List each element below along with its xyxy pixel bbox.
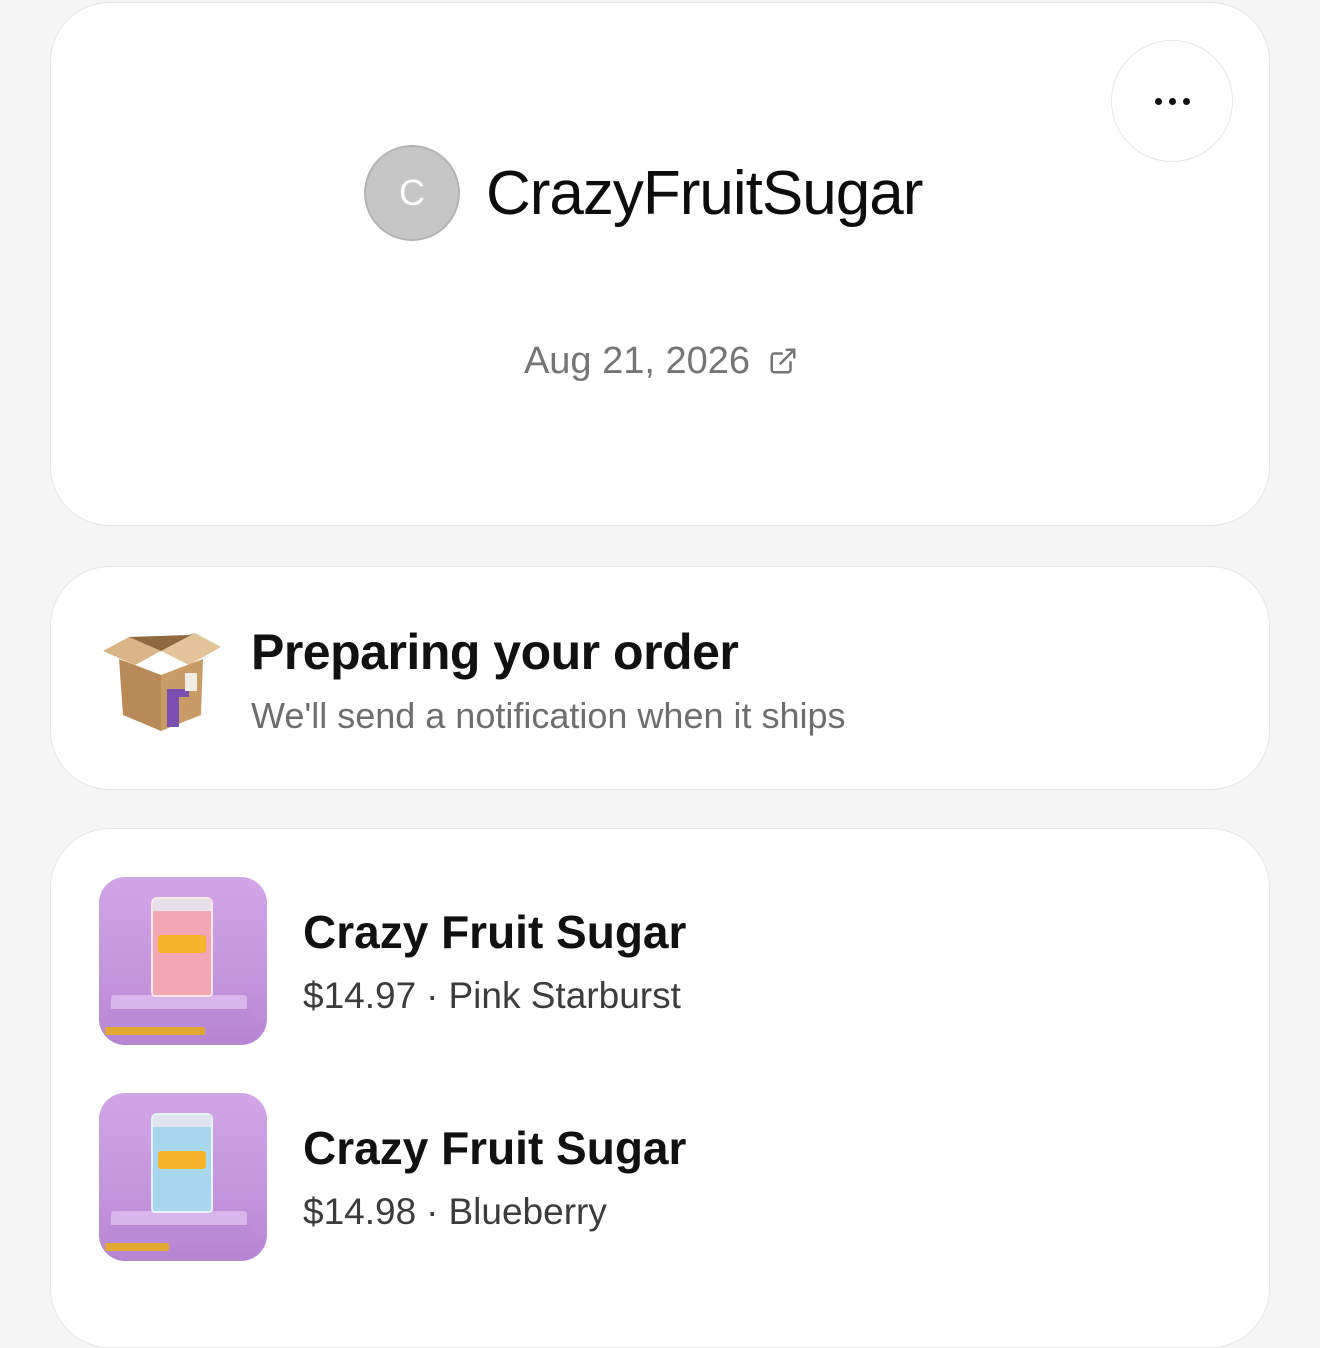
store-header-card: C CrazyFruitSugar Aug 21, 2026: [50, 2, 1270, 526]
ellipsis-icon-dot: [1182, 97, 1190, 105]
meta-separator: ·: [426, 975, 439, 1016]
product-thumbnail: [99, 1093, 267, 1261]
product-thumbnail: [99, 877, 267, 1045]
item-meta: $14.98 · Blueberry: [303, 1191, 607, 1233]
more-options-button[interactable]: [1111, 40, 1233, 162]
thumb-caption-strip: [105, 1027, 205, 1035]
item-meta: $14.97 · Pink Starburst: [303, 975, 681, 1017]
item-variant: Pink Starburst: [448, 975, 681, 1016]
status-subtitle: We'll send a notification when it ships: [251, 695, 846, 736]
bag-logo: [158, 1151, 206, 1169]
order-date: Aug 21, 2026: [523, 339, 751, 382]
candy-bag-image: [151, 897, 213, 997]
item-name: Crazy Fruit Sugar: [303, 906, 687, 958]
order-item[interactable]: Crazy Fruit Sugar $14.97 · Pink Starburs…: [99, 877, 1199, 1045]
order-status-card[interactable]: Preparing your order We'll send a notifi…: [50, 566, 1270, 790]
order-date-link[interactable]: Aug 21, 2026: [51, 337, 1271, 385]
order-items-card: Crazy Fruit Sugar $14.97 · Pink Starburs…: [50, 828, 1270, 1348]
meta-separator: ·: [426, 1191, 439, 1232]
item-price: $14.97: [303, 975, 417, 1016]
store-identity[interactable]: C CrazyFruitSugar: [364, 145, 923, 241]
ellipsis-icon-dot: [1168, 97, 1176, 105]
store-name: CrazyFruitSugar: [486, 158, 923, 228]
item-variant: Blueberry: [448, 1191, 607, 1232]
order-item[interactable]: Crazy Fruit Sugar $14.98 · Blueberry: [99, 1093, 1199, 1261]
thumb-platform-front: [107, 1009, 251, 1027]
thumb-caption-strip: [105, 1243, 169, 1251]
item-price: $14.98: [303, 1191, 417, 1232]
external-link-icon: [770, 348, 796, 374]
item-name: Crazy Fruit Sugar: [303, 1122, 687, 1174]
thumb-platform-front: [107, 1225, 251, 1243]
status-title: Preparing your order: [251, 624, 739, 680]
store-avatar: C: [364, 145, 460, 241]
open-box-icon: [103, 633, 221, 731]
bag-logo: [158, 935, 206, 953]
ellipsis-icon: [1154, 97, 1162, 105]
bag-seal: [153, 899, 211, 911]
candy-bag-image: [151, 1113, 213, 1213]
bag-seal: [153, 1115, 211, 1127]
